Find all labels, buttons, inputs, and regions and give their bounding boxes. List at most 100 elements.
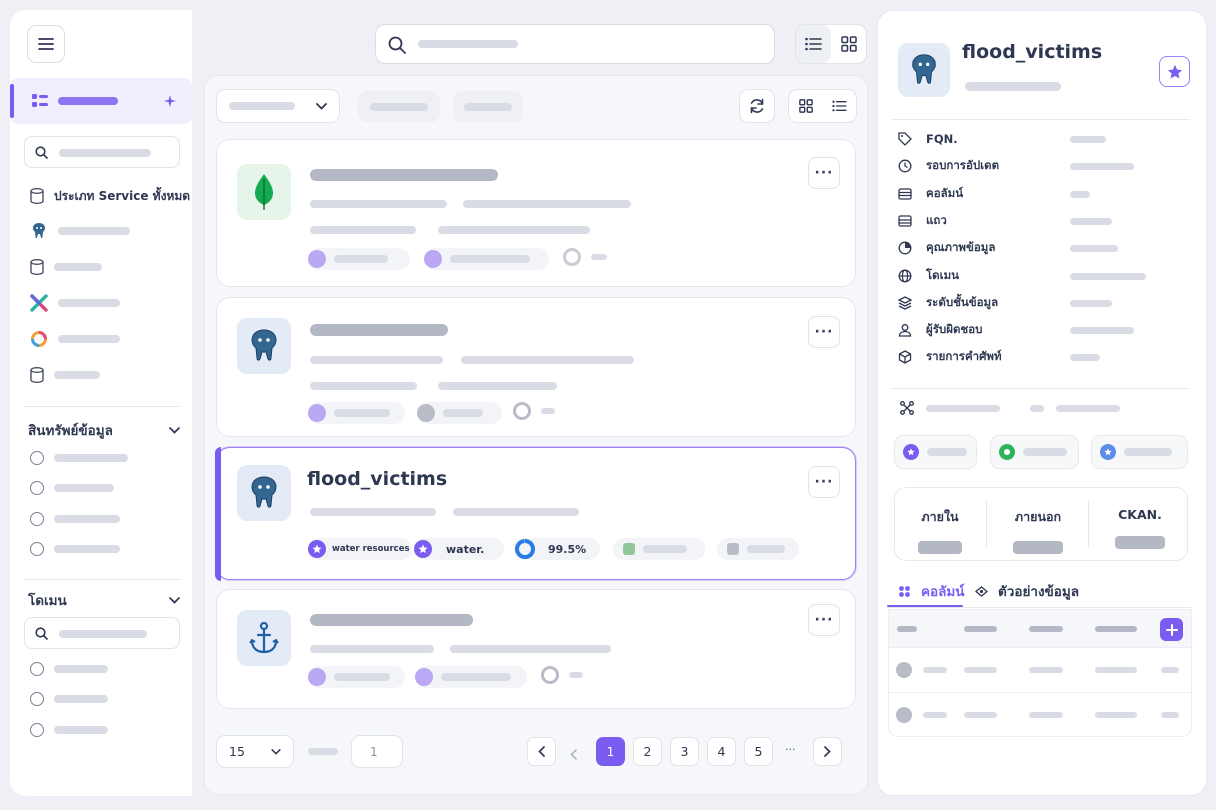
- filter-chip[interactable]: [358, 91, 440, 122]
- domain-section-title: โดเมน: [28, 593, 67, 609]
- layers-icon: [898, 296, 912, 310]
- favorite-button[interactable]: [1159, 56, 1190, 87]
- property-row: แถว: [898, 213, 1188, 229]
- stat-external: ภายนอก: [988, 507, 1088, 554]
- property-row: FQN.: [898, 131, 1188, 147]
- assets-section-header[interactable]: สินทรัพย์ข้อมูล: [28, 419, 180, 441]
- detail-tag[interactable]: [894, 435, 977, 469]
- domain-option[interactable]: [30, 689, 108, 709]
- stat-label: CKAN.: [1118, 507, 1162, 522]
- service-filter-db2[interactable]: [30, 365, 100, 385]
- detail-tag[interactable]: [990, 435, 1079, 469]
- tab-sample-label: ตัวอย่างข้อมูล: [998, 584, 1080, 600]
- service-filter-all[interactable]: ประเภท Service ทั้งหมด: [30, 186, 190, 206]
- chevron-left-icon: [570, 749, 577, 760]
- list-view-button[interactable]: [796, 25, 831, 63]
- eye-icon: [975, 585, 988, 597]
- chevron-left-icon: [538, 746, 545, 757]
- property-row: คุณภาพข้อมูล: [898, 240, 1188, 256]
- detail-tag[interactable]: [1091, 435, 1188, 469]
- page-button-5[interactable]: 5: [744, 737, 773, 766]
- anchor-icon: [237, 610, 291, 666]
- menu-button[interactable]: [27, 25, 65, 63]
- service-filter-ring[interactable]: [30, 329, 120, 349]
- meta-chip[interactable]: [717, 538, 799, 560]
- sidebar-search-input[interactable]: [24, 136, 180, 168]
- chevron-down-icon: [169, 596, 180, 604]
- tag-chip[interactable]: water resources: [308, 538, 412, 560]
- columns-icon: [899, 585, 910, 597]
- list-icon[interactable]: [831, 100, 847, 112]
- meta-chip[interactable]: [613, 538, 705, 560]
- asset-option[interactable]: [30, 478, 114, 498]
- detail-title: flood_victims: [962, 41, 1103, 63]
- postgresql-icon: [237, 318, 291, 374]
- result-card[interactable]: ···: [216, 297, 856, 437]
- more-options-button[interactable]: ···: [808, 157, 840, 189]
- service-filter-db[interactable]: [30, 257, 102, 277]
- property-label: คุณภาพข้อมูล: [926, 240, 996, 254]
- result-title[interactable]: flood_victims: [307, 468, 447, 490]
- service-filter-label: ประเภท Service ทั้งหมด: [54, 188, 191, 203]
- prev-page-disabled: [570, 745, 577, 764]
- quality-value: 99.5%: [548, 542, 587, 556]
- star-badge-icon: [903, 444, 919, 460]
- detail-panel: flood_victims FQN. รอบการอัปเดต คอลัมน์ แถว…: [877, 10, 1207, 796]
- user-icon: [898, 324, 912, 337]
- radio-icon: [30, 692, 44, 706]
- global-search-input[interactable]: [375, 24, 775, 64]
- domain-search-input[interactable]: [24, 617, 180, 649]
- quality-chip[interactable]: 99.5%: [514, 538, 600, 560]
- refresh-button[interactable]: [739, 89, 775, 123]
- page-button-3[interactable]: 3: [670, 737, 699, 766]
- blue-star-badge-icon: [1100, 444, 1116, 460]
- property-row: ระดับชั้นข้อมูล: [898, 295, 1188, 311]
- chevron-right-icon: [824, 746, 831, 757]
- result-card[interactable]: ···: [216, 139, 856, 287]
- domain-section-header[interactable]: โดเมน: [28, 589, 180, 611]
- pipeline-x-icon: [30, 294, 48, 312]
- page-size-value: 15: [229, 744, 245, 759]
- tag-icon: [898, 132, 912, 146]
- result-card[interactable]: ···: [216, 589, 856, 709]
- service-filter-postgres[interactable]: [30, 221, 130, 241]
- columns-table: [888, 609, 1192, 737]
- asset-option[interactable]: [30, 509, 120, 529]
- property-label: ระดับชั้นข้อมูล: [926, 295, 999, 309]
- search-icon: [35, 627, 48, 640]
- filter-chip[interactable]: [453, 91, 523, 122]
- lineage-row[interactable]: [900, 401, 1120, 415]
- property-label: รายการคำศัพท์: [926, 349, 1002, 363]
- stat-label: ภายนอก: [1014, 509, 1062, 524]
- sort-dropdown[interactable]: [216, 89, 340, 123]
- service-filter-x[interactable]: [30, 293, 120, 313]
- table-row[interactable]: [889, 694, 1191, 738]
- table-icon: [898, 188, 912, 200]
- page-jump-input[interactable]: 1: [351, 735, 403, 768]
- nav-item-explore[interactable]: [10, 78, 192, 124]
- page-size-select[interactable]: 15: [216, 735, 294, 768]
- grid-view-button[interactable]: [831, 25, 866, 63]
- add-column-button[interactable]: [1160, 618, 1183, 641]
- star-icon: [1167, 64, 1182, 79]
- prev-page-button[interactable]: [527, 737, 556, 766]
- asset-option[interactable]: [30, 539, 120, 559]
- chevron-down-icon: [271, 748, 281, 755]
- tag-chip[interactable]: water.: [414, 538, 504, 560]
- domain-option[interactable]: [30, 659, 108, 679]
- more-options-button[interactable]: ···: [808, 316, 840, 348]
- result-card-selected[interactable]: flood_victims water resources water. 99.…: [215, 447, 856, 581]
- more-options-button[interactable]: ···: [808, 604, 840, 636]
- page-button-4[interactable]: 4: [707, 737, 736, 766]
- table-row[interactable]: [889, 649, 1191, 693]
- asset-option[interactable]: [30, 448, 128, 468]
- grid-icon[interactable]: [798, 99, 813, 113]
- page-button-1[interactable]: 1: [596, 737, 625, 766]
- domain-option[interactable]: [30, 720, 108, 740]
- more-options-button[interactable]: ···: [808, 466, 840, 498]
- tab-columns[interactable]: คอลัมน์: [898, 580, 965, 602]
- next-page-button[interactable]: [813, 737, 842, 766]
- page-button-2[interactable]: 2: [633, 737, 662, 766]
- property-label: ผู้รับผิดชอบ: [926, 322, 983, 336]
- tab-sample-data[interactable]: ตัวอย่างข้อมูล: [975, 580, 1079, 602]
